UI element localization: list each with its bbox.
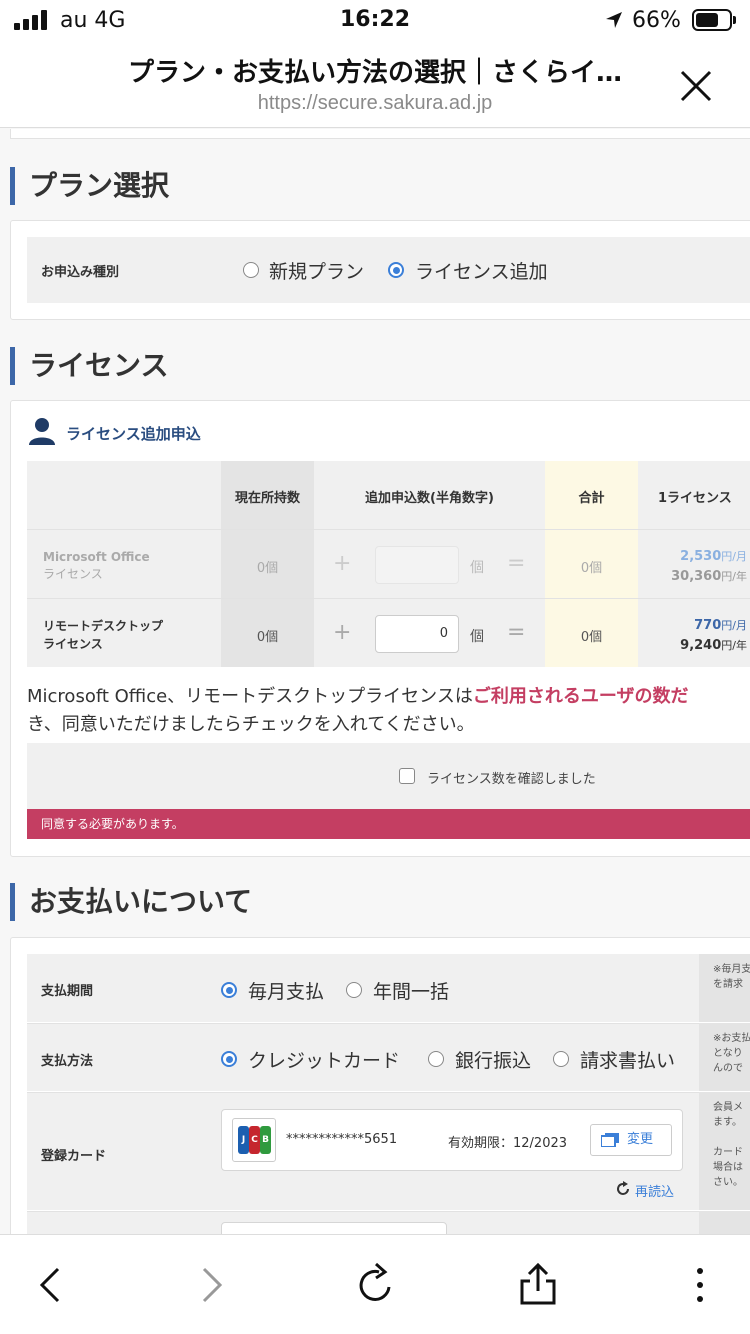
radio-bank-transfer[interactable] xyxy=(428,1051,444,1067)
back-icon[interactable] xyxy=(24,1259,76,1311)
refresh-icon[interactable] xyxy=(349,1259,401,1311)
radio-bank-transfer-label[interactable]: 銀行振込 xyxy=(455,1046,531,1073)
plan-section-title: プラン選択 xyxy=(10,167,169,205)
next-row-note xyxy=(699,1211,750,1234)
payment-period-label: 支払期間 xyxy=(41,984,94,999)
remote-license-name: リモートデスクトップ ライセンス xyxy=(43,619,164,651)
error-message: 同意する必要があります。 xyxy=(27,809,750,839)
confirm-checkbox-label[interactable]: ライセンス数を確認しました xyxy=(427,768,596,787)
office-price-month: 2,530円/月 xyxy=(680,549,747,564)
remote-current: 0個 xyxy=(256,630,279,645)
reload-icon[interactable] xyxy=(615,1181,631,1197)
period-note: ※毎月支 を請求 xyxy=(699,954,750,1022)
payment-section-title: お支払いについて xyxy=(10,883,252,921)
remote-add-input[interactable]: 0 xyxy=(375,615,459,653)
license-panel: ライセンス追加申込 現在所持数 追加申込数(半角数字) 合計 1ライセンス Mi… xyxy=(10,400,750,857)
radio-license-add-label[interactable]: ライセンス追加 xyxy=(415,257,548,284)
card-note: 会員メ ます。 カード 場合は さい。 xyxy=(699,1092,750,1210)
radio-monthly[interactable] xyxy=(221,982,237,998)
radio-credit-card-label[interactable]: クレジットカード xyxy=(248,1046,400,1073)
share-icon[interactable] xyxy=(512,1259,564,1311)
confirm-row: ライセンス数を確認しました xyxy=(27,743,750,809)
office-unit: 個 xyxy=(470,560,484,576)
plus-sign: + xyxy=(333,551,352,576)
remote-price-year: 9,240円/年 xyxy=(680,638,747,653)
th-current: 現在所持数 xyxy=(234,491,300,506)
equals-sign: = xyxy=(507,551,526,576)
office-current: 0個 xyxy=(256,561,279,576)
payment-method-label: 支払方法 xyxy=(41,1054,94,1069)
th-add: 追加申込数(半角数字) xyxy=(365,491,494,506)
registered-card-label: 登録カード xyxy=(41,1149,107,1164)
browser-toolbar xyxy=(0,1234,750,1334)
page-title: プラン・お支払い方法の選択｜さくらイ… xyxy=(127,58,622,88)
page-content[interactable]: プラン選択 お申込み種別 新規プラン ライセンス追加 ライセンス ライセンス追加… xyxy=(0,129,750,1234)
battery-percent: 66% xyxy=(632,8,681,33)
method-note: ※お支払 となり んので xyxy=(699,1023,750,1091)
card-edit-icon xyxy=(601,1133,619,1147)
office-total: 0個 xyxy=(580,561,603,576)
office-license-name: Microsoft Office ライセンス xyxy=(43,550,150,581)
card-expiry: 有効期限：12/2023 xyxy=(448,1136,568,1151)
card-number: ************5651 xyxy=(286,1132,398,1147)
license-notice-line1: Microsoft Office、リモートデスクトップライセンスはご利用されるユ… xyxy=(27,686,689,707)
next-row-field[interactable] xyxy=(221,1222,447,1234)
application-type-row: お申込み種別 新規プラン ライセンス追加 xyxy=(27,237,750,303)
previous-panel-bottom xyxy=(10,129,750,139)
th-unit-price: 1ライセンス xyxy=(658,491,732,506)
radio-license-add[interactable] xyxy=(388,262,404,278)
license-section-title: ライセンス xyxy=(10,347,168,385)
payment-panel: 支払期間 毎月支払 年間一括 ※毎月支 を請求 支払方法 クレジットカード 銀行振… xyxy=(10,937,750,1234)
office-add-input xyxy=(375,546,459,584)
radio-new-plan[interactable] xyxy=(243,262,259,278)
radio-credit-card[interactable] xyxy=(221,1051,237,1067)
status-bar: au 4G 16:22 66% xyxy=(0,0,750,40)
th-total: 合計 xyxy=(578,491,605,506)
more-icon[interactable] xyxy=(674,1259,726,1311)
change-card-button[interactable]: 変更 xyxy=(590,1124,672,1156)
radio-monthly-label[interactable]: 毎月支払 xyxy=(248,977,324,1004)
license-add-subtitle: ライセンス追加申込 xyxy=(66,425,201,443)
card-box: JCB ************5651 有効期限：12/2023 変更 xyxy=(221,1109,683,1171)
equals-sign-2: = xyxy=(507,620,526,645)
jcb-logo: JCB xyxy=(232,1118,276,1162)
forward-icon[interactable] xyxy=(186,1259,238,1311)
location-arrow-icon xyxy=(606,12,622,28)
radio-annual[interactable] xyxy=(346,982,362,998)
radio-new-plan-label[interactable]: 新規プラン xyxy=(269,257,364,284)
remote-unit: 個 xyxy=(470,629,484,645)
remote-price-month: 770円/月 xyxy=(694,618,747,633)
radio-invoice[interactable] xyxy=(553,1051,569,1067)
reload-link[interactable]: 再読込 xyxy=(635,1181,674,1200)
radio-annual-label[interactable]: 年間一括 xyxy=(373,977,449,1004)
license-notice-line2: き、同意いただけましたらチェックを入れてください。 xyxy=(27,714,475,735)
battery-icon xyxy=(692,9,736,31)
browser-header: プラン・お支払い方法の選択｜さくらイ… https://secure.sakur… xyxy=(0,40,750,128)
plan-panel: お申込み種別 新規プラン ライセンス追加 xyxy=(10,220,750,320)
radio-invoice-label[interactable]: 請求書払い xyxy=(580,1046,675,1073)
application-type-label: お申込み種別 xyxy=(41,265,120,280)
url-label[interactable]: https://secure.sakura.ad.jp xyxy=(0,92,750,115)
confirm-checkbox[interactable] xyxy=(399,768,415,784)
remote-total: 0個 xyxy=(580,630,603,645)
office-price-year: 30,360円/年 xyxy=(671,569,747,584)
plus-sign-2: + xyxy=(333,620,352,645)
user-icon xyxy=(29,418,55,445)
close-icon[interactable] xyxy=(676,66,716,106)
